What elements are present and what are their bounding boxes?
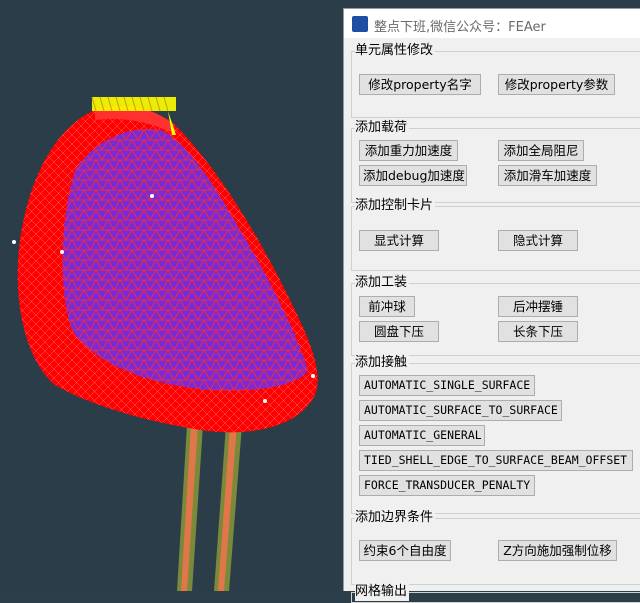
group-control: 添加控制卡片 显式计算 隐式计算 bbox=[351, 197, 640, 271]
disc-press-button[interactable]: 圆盘下压 bbox=[359, 321, 439, 342]
fix-6dof-button[interactable]: 约束6个自由度 bbox=[359, 540, 451, 561]
group-title-contact: 添加接触 bbox=[355, 354, 410, 372]
plugin-panel: 整点下班,微信公众号：FEAer 单元属性修改 修改property名字 修改p… bbox=[343, 8, 640, 603]
fea-mesh-model[interactable] bbox=[17, 105, 318, 433]
contact-general-button[interactable]: AUTOMATIC_GENERAL bbox=[359, 425, 485, 446]
contact-single-surface-button[interactable]: AUTOMATIC_SINGLE_SURFACE bbox=[359, 375, 535, 396]
z-displacement-button[interactable]: Z方向施加强制位移 bbox=[498, 540, 617, 561]
group-tooling: 添加工装 前冲球 后冲摆锤 圆盘下压 长条下压 bbox=[351, 274, 640, 356]
group-load: 添加载荷 添加重力加速度 添加全局阻尼 添加debug加速度 添加滑车加速度 bbox=[351, 119, 640, 203]
title-bar[interactable]: 整点下班,微信公众号：FEAer bbox=[344, 9, 640, 38]
rename-property-button[interactable]: 修改property名字 bbox=[359, 74, 481, 95]
add-sled-accel-button[interactable]: 添加滑车加速度 bbox=[498, 165, 597, 186]
group-title-tooling: 添加工装 bbox=[355, 274, 410, 292]
add-global-damping-button[interactable]: 添加全局阻尼 bbox=[498, 140, 584, 161]
group-contact: 添加接触 AUTOMATIC_SINGLE_SURFACE AUTOMATIC_… bbox=[351, 354, 640, 514]
app-icon bbox=[352, 16, 368, 32]
group-output: 网格输出 bbox=[351, 583, 640, 603]
group-title-control: 添加控制卡片 bbox=[355, 197, 436, 215]
group-title-load: 添加载荷 bbox=[355, 119, 410, 137]
node-marker bbox=[12, 240, 16, 244]
bar-press-button[interactable]: 长条下压 bbox=[498, 321, 578, 342]
explicit-solve-button[interactable]: 显式计算 bbox=[359, 230, 439, 251]
add-debug-accel-button[interactable]: 添加debug加速度 bbox=[359, 165, 467, 186]
contact-force-transducer-button[interactable]: FORCE_TRANSDUCER_PENALTY bbox=[359, 475, 535, 496]
contact-tied-shell-edge-button[interactable]: TIED_SHELL_EDGE_TO_SURFACE_BEAM_OFFSET bbox=[359, 450, 633, 471]
group-property: 单元属性修改 修改property名字 修改property参数 bbox=[351, 42, 640, 118]
window-title: 整点下班,微信公众号：FEAer bbox=[374, 20, 546, 35]
node-marker bbox=[150, 194, 154, 198]
node-marker bbox=[263, 399, 267, 403]
add-gravity-button[interactable]: 添加重力加速度 bbox=[359, 140, 458, 161]
front-ball-button[interactable]: 前冲球 bbox=[359, 296, 415, 317]
support-rod-right bbox=[214, 425, 242, 591]
contact-surface-to-surface-button[interactable]: AUTOMATIC_SURFACE_TO_SURFACE bbox=[359, 400, 562, 421]
group-title-output: 网格输出 bbox=[355, 583, 410, 601]
implicit-solve-button[interactable]: 隐式计算 bbox=[498, 230, 578, 251]
group-boundary: 添加边界条件 约束6个自由度 Z方向施加强制位移 bbox=[351, 509, 640, 585]
support-rod-left bbox=[177, 425, 203, 591]
edit-property-params-button[interactable]: 修改property参数 bbox=[498, 74, 615, 95]
group-title-property: 单元属性修改 bbox=[355, 42, 436, 60]
group-title-boundary: 添加边界条件 bbox=[355, 509, 436, 527]
rear-pendulum-button[interactable]: 后冲摆锤 bbox=[498, 296, 578, 317]
node-marker bbox=[60, 250, 64, 254]
node-marker bbox=[311, 374, 315, 378]
